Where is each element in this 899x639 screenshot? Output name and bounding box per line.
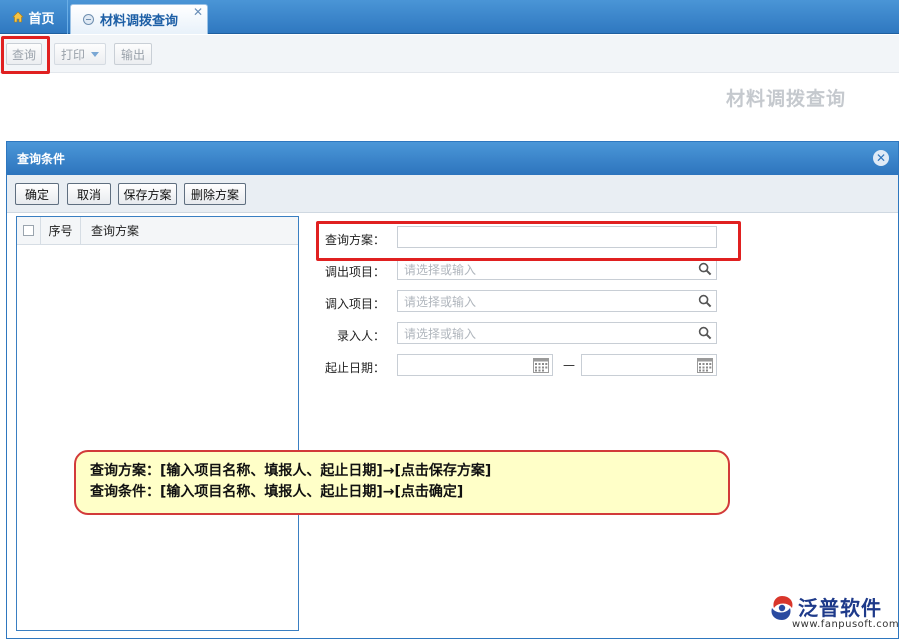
select-all-checkbox[interactable]	[23, 225, 34, 236]
tab-home[interactable]: 首页	[0, 0, 68, 34]
tab-bar: 首页 材料调拨查询 ✕	[0, 0, 899, 34]
calendar-icon[interactable]	[697, 358, 713, 373]
out-project-label: 调出项目：	[324, 265, 385, 279]
highlight-box-query	[1, 36, 50, 74]
save-plan-button-label: 保存方案	[123, 187, 172, 202]
confirm-button-label: 确定	[24, 187, 49, 202]
save-plan-button[interactable]: 保存方案	[118, 183, 177, 205]
logo-mark-icon	[771, 596, 793, 620]
print-button-label: 打印	[60, 47, 85, 62]
date-from-input[interactable]	[397, 354, 553, 376]
dialog-action-bar: 确定 取消 保存方案 删除方案	[7, 175, 898, 213]
highlight-box-plan-name	[316, 221, 741, 261]
tab-close-icon[interactable]: ✕	[193, 5, 203, 19]
dialog-header: 查询条件 ✕	[7, 142, 898, 175]
export-button-label: 输出	[120, 47, 145, 62]
query-conditions-dialog: 查询条件 ✕ 确定 取消 保存方案 删除方案 序号 查询方案 查询方案： 调出项…	[6, 141, 899, 639]
delete-plan-button-label: 删除方案	[190, 187, 239, 202]
callout-line-2: 查询条件：[输入项目名称、填报人、起止日期]→[点击确定]	[90, 484, 464, 500]
search-icon[interactable]	[698, 326, 712, 340]
calendar-icon[interactable]	[533, 358, 549, 373]
select-all-cell	[17, 216, 41, 245]
instruction-callout: 查询方案：[输入项目名称、填报人、起止日期]→[点击保存方案] 查询条件：[输入…	[74, 450, 730, 515]
home-icon	[12, 11, 25, 23]
entered-by-label: 录入人：	[336, 329, 385, 343]
chevron-down-icon	[91, 51, 99, 57]
tab-material-transfer-query[interactable]: 材料调拨查询 ✕	[70, 4, 208, 34]
search-icon[interactable]	[698, 262, 712, 276]
tab-active-label: 材料调拨查询	[100, 14, 179, 29]
page-title: 材料调拨查询	[726, 88, 847, 110]
in-project-placeholder: 请选择或输入	[404, 294, 477, 309]
column-header-plan[interactable]: 查询方案	[81, 222, 139, 239]
close-icon[interactable]: ✕	[873, 150, 889, 166]
date-to-input[interactable]	[581, 354, 717, 376]
export-button[interactable]: 输出	[114, 43, 152, 65]
entered-by-input[interactable]: 请选择或输入	[397, 322, 717, 344]
document-icon	[83, 14, 94, 25]
date-range-label: 起止日期：	[324, 361, 385, 375]
dialog-title: 查询条件	[17, 152, 66, 166]
in-project-label: 调入项目：	[324, 297, 385, 311]
date-range-separator: —	[563, 358, 575, 372]
cancel-button-label: 取消	[76, 187, 101, 202]
entered-by-placeholder: 请选择或输入	[404, 326, 477, 341]
search-icon[interactable]	[698, 294, 712, 308]
toolbar: 查询 打印 输出	[0, 35, 899, 73]
out-project-input[interactable]: 请选择或输入	[397, 258, 717, 280]
logo-url: www.fanpusoft.com	[792, 619, 899, 630]
in-project-input[interactable]: 请选择或输入	[397, 290, 717, 312]
fanpusoft-logo: 泛普软件 www.fanpusoft.com	[768, 592, 899, 636]
plan-list-header: 序号 查询方案	[17, 216, 298, 245]
plan-list[interactable]: 序号 查询方案	[16, 216, 299, 631]
column-header-seq[interactable]: 序号	[41, 216, 81, 245]
out-project-placeholder: 请选择或输入	[404, 262, 477, 277]
callout-line-1: 查询方案：[输入项目名称、填报人、起止日期]→[点击保存方案]	[90, 463, 492, 479]
print-button[interactable]: 打印	[54, 43, 106, 65]
tab-home-label: 首页	[28, 11, 55, 27]
confirm-button[interactable]: 确定	[15, 183, 59, 205]
delete-plan-button[interactable]: 删除方案	[184, 183, 246, 205]
cancel-button[interactable]: 取消	[67, 183, 111, 205]
logo-name: 泛普软件	[798, 596, 882, 620]
